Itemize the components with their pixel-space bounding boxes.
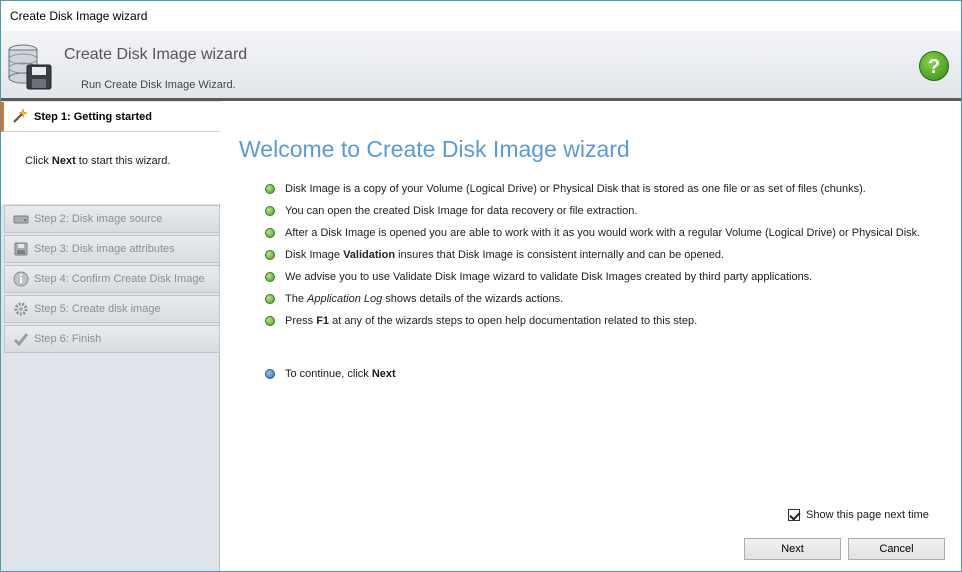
- welcome-heading: Welcome to Create Disk Image wizard: [239, 136, 630, 162]
- bullet-text-end: shows details of the wizards actions.: [382, 293, 564, 305]
- step-1-description: Click Next to start this wizard.: [1, 132, 220, 204]
- bullet-text: The: [285, 293, 308, 305]
- list-item: The Application Log shows details of the…: [265, 293, 945, 306]
- list-item: Disk Image is a copy of your Volume (Log…: [265, 183, 945, 196]
- bullet-bold: Validation: [343, 249, 396, 261]
- checkbox-checked-icon[interactable]: [788, 509, 800, 522]
- gear-icon: [14, 302, 28, 316]
- continue-hint: To continue, click Next: [265, 368, 396, 380]
- checkmark-icon: [13, 333, 29, 347]
- green-bullet-icon: [265, 250, 275, 260]
- help-icon[interactable]: ?: [919, 51, 949, 81]
- wand-icon: [13, 108, 28, 123]
- info-icon: [13, 271, 29, 287]
- green-bullet-icon: [265, 184, 275, 194]
- header-title: Create Disk Image wizard: [64, 46, 248, 63]
- step-5-label: Step 5: Create disk image: [34, 303, 161, 315]
- wizard-window: Create Disk Image wizard Create Disk Ima…: [0, 0, 962, 572]
- step-1-label: Step 1: Getting started: [34, 111, 152, 123]
- step-desc-post: to start this wizard.: [75, 155, 171, 167]
- wizard-content: Welcome to Create Disk Image wizard Disk…: [221, 101, 961, 571]
- title-bar: Create Disk Image wizard: [1, 1, 961, 31]
- show-next-time-label: Show this page next time: [806, 509, 929, 521]
- step-2-label: Step 2: Disk image source: [34, 213, 163, 225]
- continue-next-bold: Next: [371, 368, 396, 380]
- step-4-confirm-create-disk-image[interactable]: Step 4: Confirm Create Disk Image: [4, 265, 220, 293]
- list-item: Press F1 at any of the wizards steps to …: [265, 315, 945, 328]
- green-bullet-icon: [265, 316, 275, 326]
- step-6-label: Step 6: Finish: [34, 333, 102, 345]
- list-item: You can open the created Disk Image for …: [265, 205, 945, 218]
- step-5-create-disk-image[interactable]: Step 5: Create disk image: [4, 295, 220, 323]
- disk-image-icon: [8, 44, 52, 90]
- info-list: Disk Image is a copy of your Volume (Log…: [265, 183, 945, 337]
- header-subtitle: Run Create Disk Image Wizard.: [81, 79, 236, 91]
- step-4-label: Step 4: Confirm Create Disk Image: [34, 273, 205, 285]
- blue-bullet-icon: [265, 369, 275, 379]
- bullet-text-end: insures that Disk Image is consistent in…: [395, 249, 725, 261]
- step-1-getting-started[interactable]: Step 1: Getting started: [1, 102, 220, 132]
- list-item: After a Disk Image is opened you are abl…: [265, 227, 945, 240]
- bullet-text: You can open the created Disk Image for …: [285, 205, 638, 217]
- bullet-text: After a Disk Image is opened you are abl…: [285, 227, 921, 239]
- window-title: Create Disk Image wizard: [10, 9, 148, 23]
- cancel-button[interactable]: Cancel: [848, 538, 945, 560]
- list-item: Disk Image Validation insures that Disk …: [265, 249, 945, 262]
- step-6-finish[interactable]: Step 6: Finish: [4, 325, 220, 353]
- step-desc-pre: Click: [25, 155, 52, 167]
- disk-icon: [13, 215, 29, 224]
- bullet-bold: F1: [316, 315, 330, 327]
- show-next-time-checkbox[interactable]: Show this page next time: [788, 509, 929, 522]
- bullet-text: We advise you to use Validate Disk Image…: [285, 271, 813, 283]
- green-bullet-icon: [265, 294, 275, 304]
- step-3-label: Step 3: Disk image attributes: [34, 243, 175, 255]
- green-bullet-icon: [265, 272, 275, 282]
- steps-sidebar: Step 1: Getting started Click Next to st…: [1, 101, 220, 571]
- next-button[interactable]: Next: [744, 538, 841, 560]
- bullet-text: Disk Image: [285, 249, 344, 261]
- green-bullet-icon: [265, 206, 275, 216]
- bullet-text-end: at any of the wizards steps to open help…: [329, 315, 698, 327]
- list-item: We advise you to use Validate Disk Image…: [265, 271, 945, 284]
- step-3-disk-image-attributes[interactable]: Step 3: Disk image attributes: [4, 235, 220, 263]
- step-2-disk-image-source[interactable]: Step 2: Disk image source: [4, 205, 220, 233]
- application-log-text: Application Log: [307, 293, 383, 305]
- bullet-text: Press: [285, 315, 317, 327]
- wizard-header: Create Disk Image wizard Run Create Disk…: [1, 31, 961, 101]
- floppy-icon: [14, 242, 28, 256]
- green-bullet-icon: [265, 228, 275, 238]
- continue-text: To continue, click: [285, 368, 372, 380]
- bullet-text: Disk Image is a copy of your Volume (Log…: [285, 183, 866, 195]
- step-desc-bold: Next: [51, 155, 76, 167]
